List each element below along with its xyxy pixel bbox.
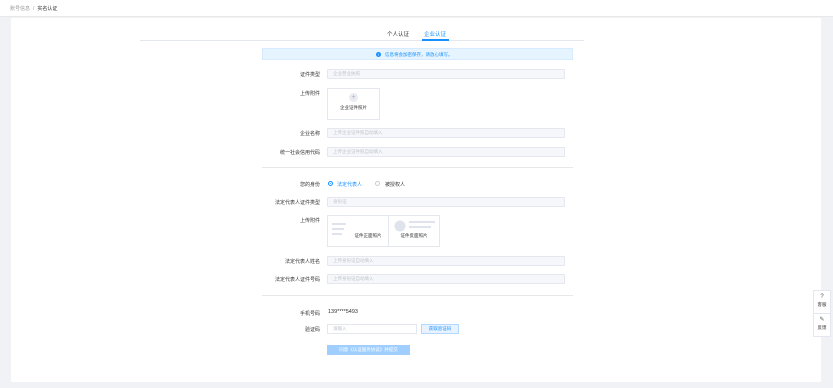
attachment-label: 上传附件 <box>299 91 320 97</box>
radio-authorized-label[interactable]: 被授权人 <box>385 181 405 188</box>
code-input[interactable]: 请输入 <box>327 324 417 334</box>
breadcrumb-parent[interactable]: 账号信息 <box>10 6 30 12</box>
breadcrumb-separator: / <box>33 6 35 12</box>
side-support-button[interactable]: ? 客服 <box>813 290 831 314</box>
side-feedback-button[interactable]: ✎ 反馈 <box>813 313 831 337</box>
section-divider <box>262 167 573 168</box>
phone-value: 139****5493 <box>328 309 358 315</box>
breadcrumb: 账号信息 / 实名认证 <box>10 5 57 12</box>
info-icon: ! <box>376 52 381 57</box>
id-back-upload[interactable]: 证件反面照片 <box>388 215 440 247</box>
radio-legal-rep-label[interactable]: 法定代表人 <box>337 181 362 188</box>
legal-name-label: 法定代表人姓名 <box>284 259 320 265</box>
auth-tabs: 个人认证 企业认证 <box>140 30 584 41</box>
legal-name-input[interactable]: 上传身份证自动填入 <box>327 256 565 266</box>
identity-label: 您的身份 <box>299 182 320 188</box>
radio-legal-rep[interactable] <box>328 181 333 186</box>
question-icon: ? <box>820 294 824 300</box>
phone-label: 手机号码 <box>299 311 320 317</box>
notice-text: 信息将会加密保存，请放心填写。 <box>385 52 453 57</box>
upload-plus-icon: + <box>349 93 358 102</box>
side-support-label: 客服 <box>817 302 827 307</box>
id-back-emblem-icon <box>394 220 406 232</box>
credit-code-label: 统一社会信用代码 <box>279 150 320 156</box>
doc-type-select[interactable]: 企业营业执照 <box>327 69 565 79</box>
upload-caption: 企业证件照片 <box>340 105 367 110</box>
legal-doc-type-label: 法定代表人证件类型 <box>274 200 320 206</box>
section-divider-2 <box>262 295 573 296</box>
radio-authorized[interactable] <box>375 181 380 186</box>
company-name-label: 企业名称 <box>299 131 320 137</box>
edit-icon: ✎ <box>819 317 825 323</box>
active-tab-indicator <box>422 39 449 41</box>
id-back-caption: 证件反面照片 <box>400 233 428 238</box>
notice-banner: ! 信息将会加密保存，请放心填写。 <box>262 48 573 60</box>
code-label: 验证码 <box>304 327 320 333</box>
legal-attachment-label: 上传附件 <box>299 218 320 224</box>
tab-personal-auth[interactable]: 个人认证 <box>387 30 409 38</box>
legal-doc-type-select[interactable]: 身份证 <box>327 197 565 207</box>
doc-type-label: 证件类型 <box>299 72 320 78</box>
legal-id-label: 法定代表人证件号码 <box>274 277 320 283</box>
submit-button[interactable]: 同意《认证服务协议》并提交 <box>327 345 410 355</box>
top-bar: 账号信息 / 实名认证 <box>0 0 833 17</box>
side-feedback-label: 反馈 <box>817 325 827 330</box>
company-name-input[interactable]: 上传企业证件照自动填入 <box>327 128 565 138</box>
get-code-button[interactable]: 获取验证码 <box>421 324 459 334</box>
id-back-lines-icon <box>409 221 435 228</box>
breadcrumb-current: 实名认证 <box>37 6 58 12</box>
legal-id-input[interactable]: 上传身份证自动填入 <box>327 274 565 284</box>
company-doc-upload[interactable]: + 企业证件照片 <box>327 88 380 120</box>
tab-enterprise-auth[interactable]: 企业认证 <box>424 30 446 38</box>
credit-code-input[interactable]: 上传企业证件照自动填入 <box>327 147 565 157</box>
